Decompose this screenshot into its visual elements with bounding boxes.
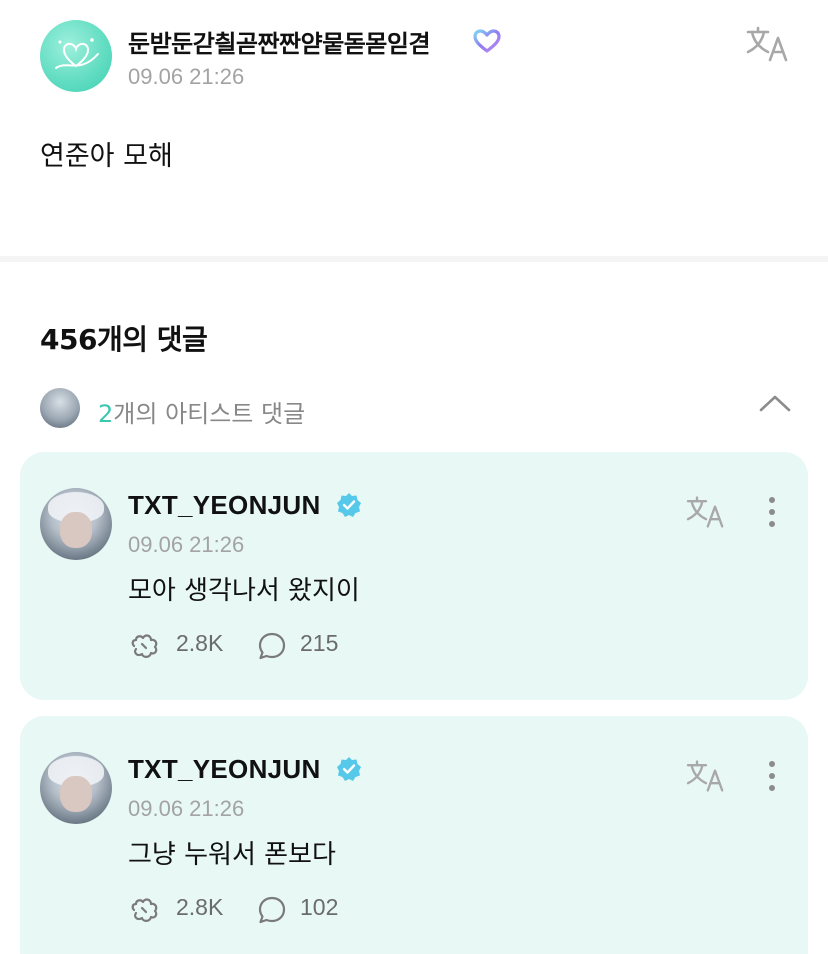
like-count: 2.8K	[176, 630, 224, 656]
comments-count-title: 456개의 댓글	[40, 323, 208, 356]
post-author-avatar[interactable]	[40, 20, 112, 92]
comment-timestamp: 09.06 21:26	[128, 532, 245, 557]
comment-icon[interactable]	[256, 894, 288, 926]
section-divider	[0, 256, 828, 262]
comment-text: 그냥 누워서 폰보다	[128, 840, 336, 870]
artist-comments-count: 2	[98, 400, 114, 428]
commenter-name[interactable]: TXT_YEONJUN	[128, 754, 321, 785]
reply-count: 215	[300, 630, 339, 656]
chevron-up-icon[interactable]	[758, 392, 792, 416]
verified-badge-icon	[337, 493, 361, 517]
translate-icon[interactable]	[684, 758, 728, 794]
post-author-name[interactable]: 둔받둔갇칄곧짠짠얃뭍돋몯읻겯	[128, 24, 431, 59]
comment-actions: 2.8K 102	[128, 892, 428, 926]
like-icon[interactable]	[128, 630, 164, 662]
heart-badge-icon	[473, 29, 501, 53]
like-count: 2.8K	[176, 894, 224, 920]
post-timestamp: 09.06 21:26	[128, 64, 245, 89]
comment-timestamp: 09.06 21:26	[128, 796, 245, 821]
artist-comments-label: 2개의 아티스트 댓글	[98, 394, 305, 429]
commenter-avatar[interactable]	[40, 488, 112, 560]
artist-avatar	[40, 388, 80, 428]
translate-icon[interactable]	[744, 24, 792, 64]
comment-actions: 2.8K 215	[128, 628, 428, 662]
commenter-avatar[interactable]	[40, 752, 112, 824]
artist-comments-toggle[interactable]: 2개의 아티스트 댓글	[0, 384, 828, 432]
translate-icon[interactable]	[684, 494, 728, 530]
reply-count: 102	[300, 894, 339, 920]
comment-text: 모아 생각나서 왔지이	[128, 576, 360, 606]
more-vertical-icon[interactable]	[760, 494, 784, 530]
verified-badge-icon	[337, 757, 361, 781]
post-body: 연준아 모해	[40, 141, 173, 172]
artist-comment-card: TXT_YEONJUN 09.06 21:26 그냥 누워서 폰보다 2.8K …	[20, 716, 808, 954]
commenter-name[interactable]: TXT_YEONJUN	[128, 490, 321, 521]
artist-comment-card: TXT_YEONJUN 09.06 21:26 모아 생각나서 왔지이 2.8K…	[20, 452, 808, 700]
artist-comments-text: 개의 아티스트 댓글	[113, 400, 306, 428]
like-icon[interactable]	[128, 894, 164, 926]
comment-icon[interactable]	[256, 630, 288, 662]
post: 둔받둔갇칄곧짠짠얃뭍돋몯읻겯 09.06 21:26 연준아 모해	[0, 0, 828, 258]
more-vertical-icon[interactable]	[760, 758, 784, 794]
